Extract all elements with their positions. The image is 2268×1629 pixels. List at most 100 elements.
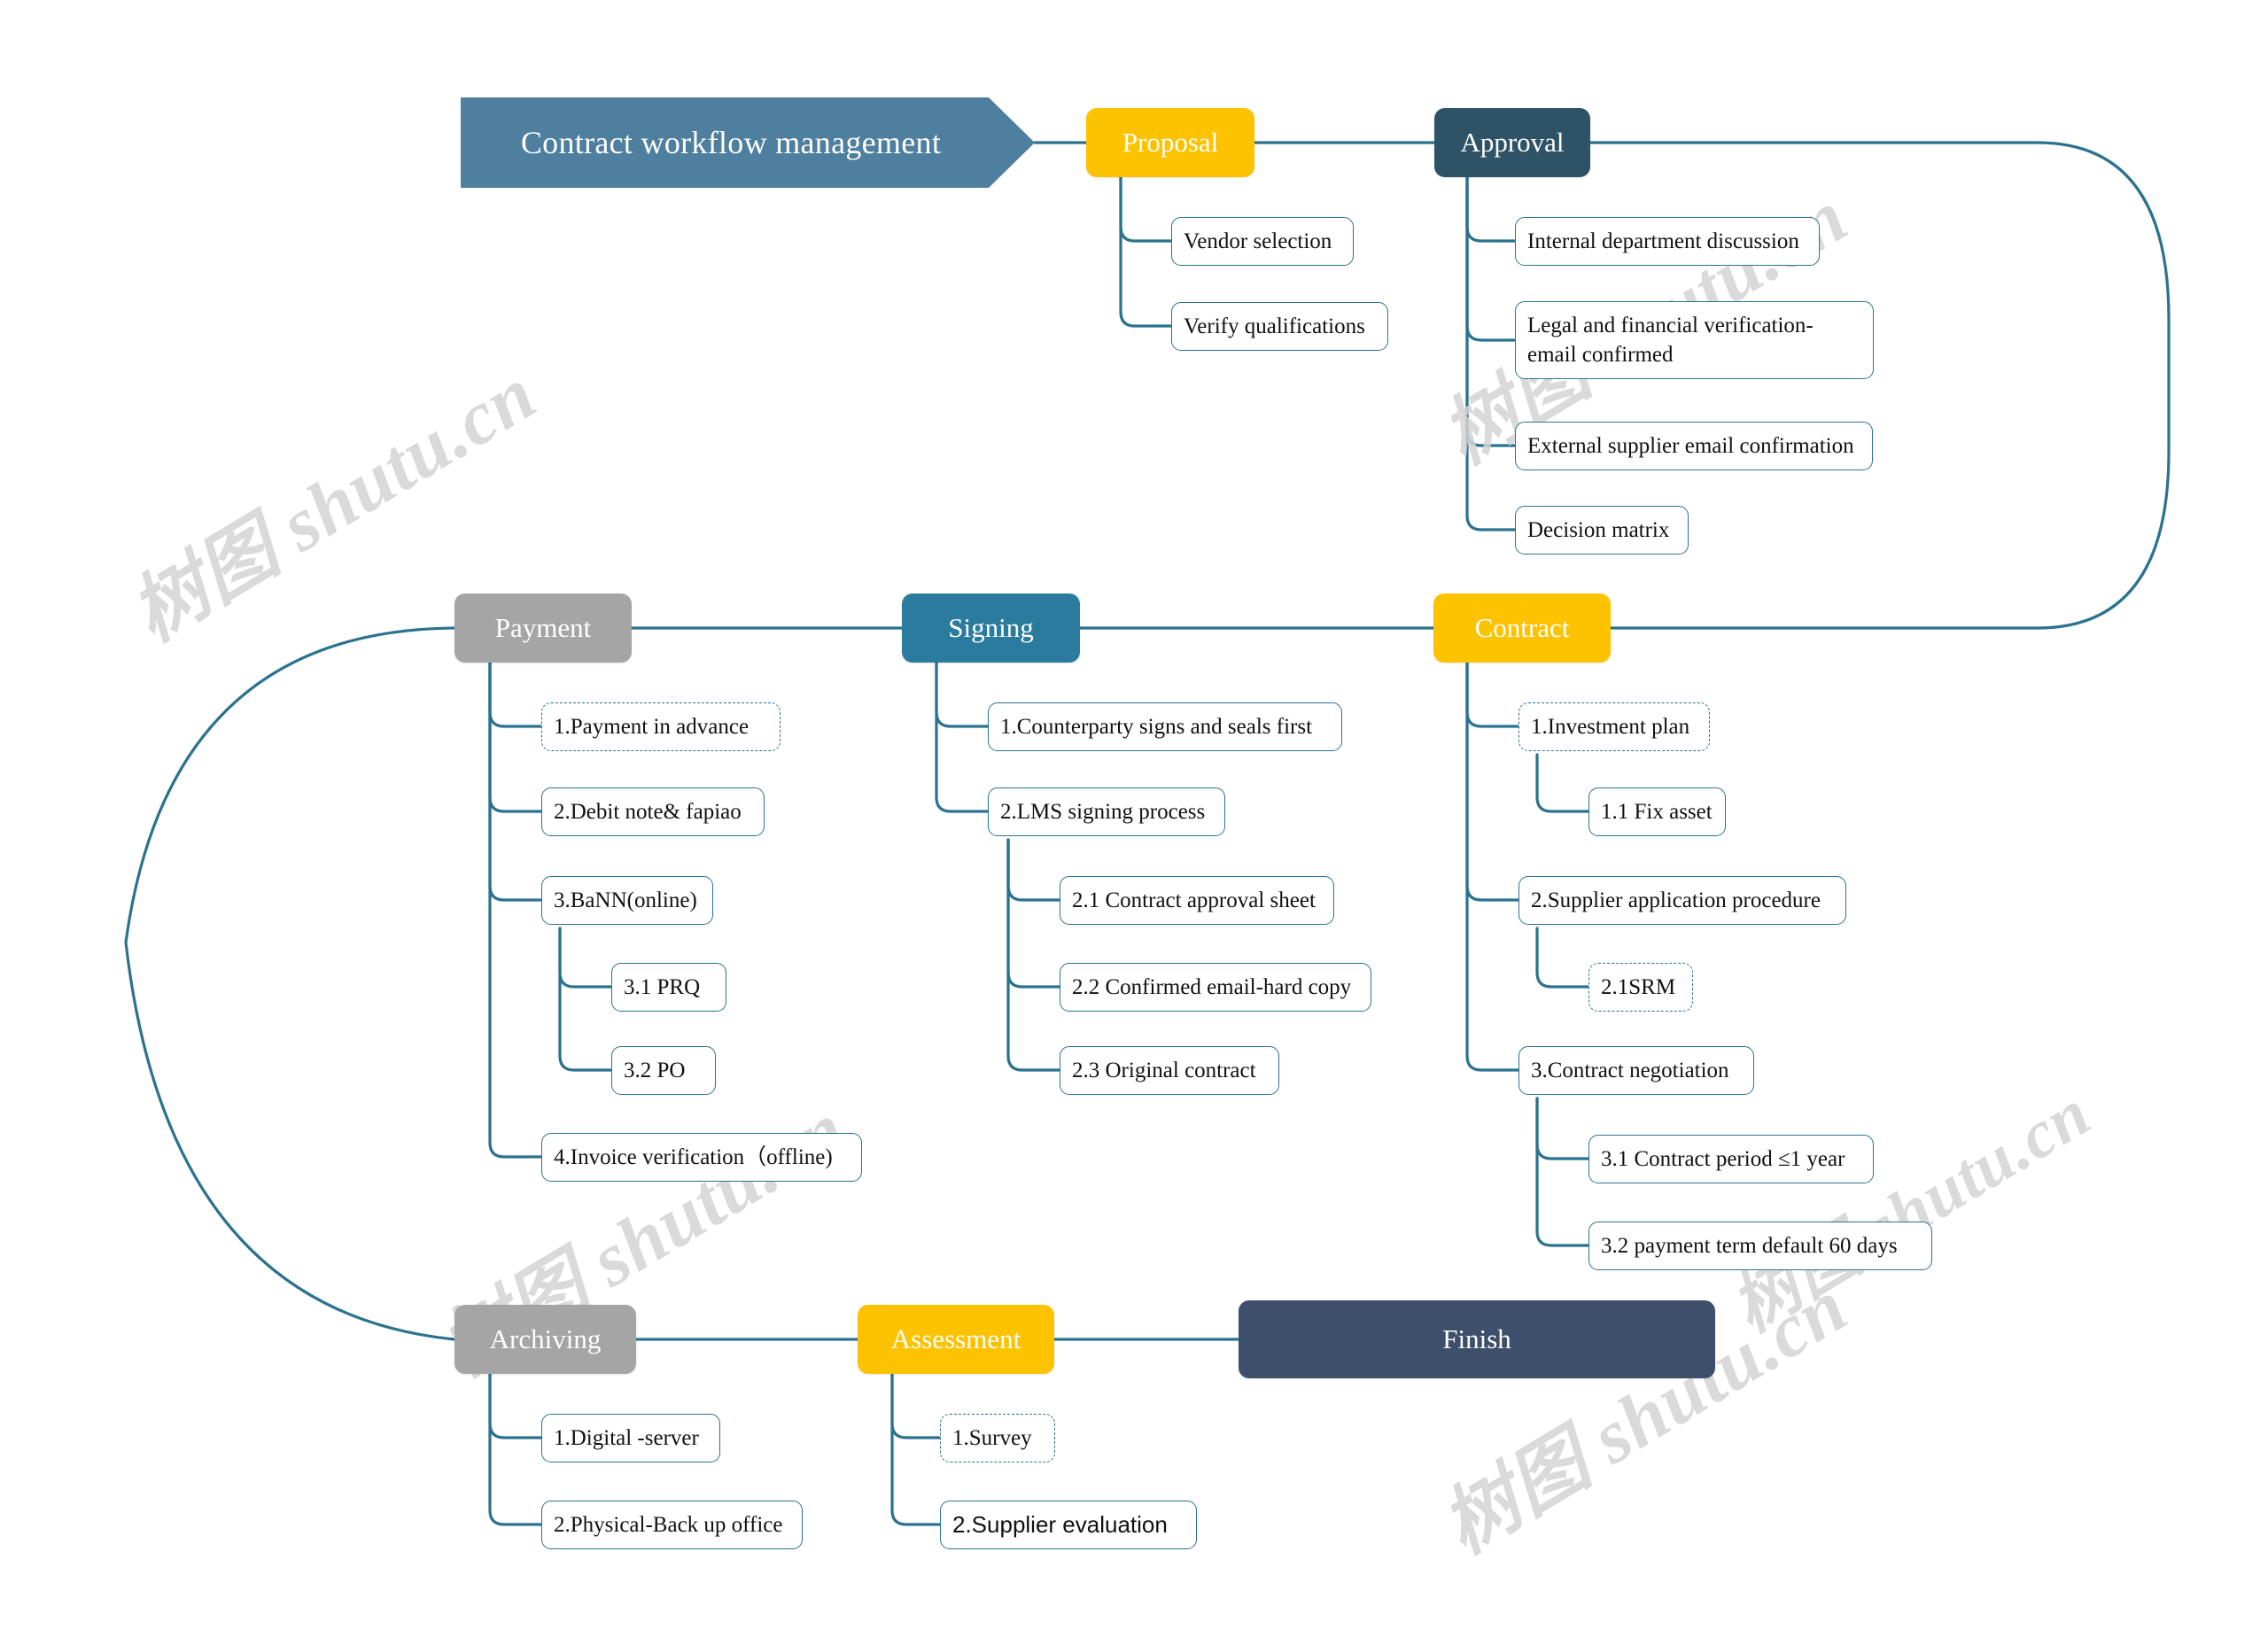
wire-contract-c2: [1465, 657, 1520, 902]
leaf-label: 3.BaNN(online): [554, 888, 697, 912]
leaf-label: 2.Debit note& fapiao: [554, 799, 742, 824]
leaf-label: External supplier email confirmation: [1527, 433, 1854, 458]
wire-payment-c3-1: [558, 927, 613, 989]
leaf-label: Verify qualifications: [1184, 314, 1365, 338]
wire-contract-c3: [1465, 657, 1520, 1072]
stage-label-archiving: Archiving: [489, 1323, 602, 1354]
leaf-label: 3.2 PO: [624, 1058, 686, 1082]
mindmap-canvas: 树图 shutu.cn 树图 shutu.cn 树图 shutu.cn 树图 s…: [0, 0, 2268, 1629]
leaf-label: 2.1 Contract approval sheet: [1072, 888, 1316, 912]
stage-node-proposal[interactable]: Proposal: [1086, 108, 1254, 177]
leaf-approval-decision-matrix[interactable]: Decision matrix: [1515, 506, 1689, 555]
stage-node-archiving[interactable]: Archiving: [454, 1305, 636, 1374]
stage-label-proposal: Proposal: [1122, 127, 1219, 158]
leaf-payment-invoice-verification[interactable]: 4.Invoice verification（offline): [541, 1133, 862, 1182]
leaf-label: 2.LMS signing process: [1000, 799, 1206, 824]
wire-signing-c2-1: [1006, 838, 1061, 902]
leaf-contract-period[interactable]: 3.1 Contract period ≤1 year: [1588, 1135, 1874, 1183]
wire-signing-c2-3: [1006, 838, 1061, 1072]
leaf-label: 1.Payment in advance: [554, 714, 750, 739]
wire-payment-c4: [488, 657, 543, 1159]
stage-node-signing[interactable]: Signing: [902, 593, 1080, 663]
stage-label-approval: Approval: [1460, 127, 1565, 158]
leaf-label: 3.1 PRQ: [624, 974, 701, 999]
wire-payment-c2: [488, 657, 543, 813]
leaf-archiving-digital-server[interactable]: 1.Digital -server: [541, 1414, 720, 1462]
wire-contract-c3-1: [1535, 1097, 1590, 1160]
leaf-label: 2.3 Original contract: [1072, 1058, 1256, 1082]
wire-archiving-c2: [488, 1369, 543, 1526]
wire-payment-archiving: [124, 626, 456, 1341]
leaf-label: 2.Supplier application procedure: [1531, 888, 1821, 912]
leaf-payment-in-advance[interactable]: 1.Payment in advance: [541, 702, 781, 751]
leaf-label: Vendor selection: [1184, 229, 1332, 253]
leaf-label: Legal and financial verification-email c…: [1527, 314, 1814, 367]
wire-signing-c2: [935, 657, 990, 813]
wire-assessment-c1: [890, 1369, 942, 1439]
leaf-label: Internal department discussion: [1527, 229, 1799, 253]
leaf-approval-external-supplier-confirmation[interactable]: External supplier email confirmation: [1515, 422, 1873, 470]
wire-signing-c1: [935, 657, 990, 728]
leaf-contract-fix-asset[interactable]: 1.1 Fix asset: [1588, 787, 1726, 836]
leaf-label: 1.Counterparty signs and seals first: [1000, 714, 1313, 739]
wire-assessment-c2: [890, 1369, 942, 1526]
page-title: Contract workflow management: [520, 125, 942, 160]
root-title-banner[interactable]: Contract workflow management: [461, 97, 1035, 188]
leaf-signing-lms-process[interactable]: 2.LMS signing process: [988, 787, 1225, 836]
leaf-assessment-survey[interactable]: 1.Survey: [940, 1414, 1055, 1462]
wire-proposal-c2: [1119, 172, 1173, 328]
stage-node-approval[interactable]: Approval: [1434, 108, 1590, 177]
wire-contract-c3-2: [1535, 1097, 1590, 1247]
leaf-label: 1.1 Fix asset: [1601, 799, 1713, 824]
wire-approval-c4: [1465, 172, 1517, 531]
wire-contract-c1-1: [1535, 753, 1590, 813]
leaf-payment-debit-note-fapiao[interactable]: 2.Debit note& fapiao: [541, 787, 765, 836]
leaf-assessment-supplier-evaluation[interactable]: 2.Supplier evaluation: [940, 1501, 1197, 1549]
stage-label-payment: Payment: [494, 612, 592, 643]
wire-contract-c2-1: [1535, 927, 1590, 989]
leaf-payment-prq[interactable]: 3.1 PRQ: [611, 963, 726, 1012]
wire-payment-c3-2: [558, 927, 613, 1072]
leaf-label: 4.Invoice verification（offline): [554, 1144, 833, 1169]
wire-archiving-c1: [488, 1369, 543, 1439]
leaf-signing-counterparty-signs[interactable]: 1.Counterparty signs and seals first: [988, 702, 1342, 751]
stage-node-finish[interactable]: Finish: [1239, 1300, 1715, 1378]
stage-label-signing: Signing: [948, 612, 1034, 643]
wire-contract-c1: [1465, 657, 1520, 728]
leaf-approval-legal-financial-verification[interactable]: Legal and financial verification-email c…: [1515, 301, 1874, 379]
leaf-label: 2.2 Confirmed email-hard copy: [1072, 974, 1352, 999]
leaf-label: Decision matrix: [1527, 517, 1670, 542]
leaf-label: 3.1 Contract period ≤1 year: [1601, 1146, 1845, 1171]
leaf-proposal-vendor-selection[interactable]: Vendor selection: [1171, 217, 1354, 266]
leaf-label: 1.Digital -server: [554, 1425, 699, 1450]
leaf-label: 2.Physical-Back up office: [554, 1512, 783, 1537]
stage-label-contract: Contract: [1474, 612, 1570, 643]
wire-approval-c1: [1465, 172, 1517, 243]
wire-payment-c3: [488, 657, 543, 902]
leaf-payment-bann-online[interactable]: 3.BaNN(online): [541, 876, 713, 925]
stage-label-assessment: Assessment: [890, 1323, 1021, 1354]
stage-node-contract[interactable]: Contract: [1433, 593, 1611, 663]
wire-signing-c2-2: [1006, 838, 1061, 989]
leaf-label: 3.Contract negotiation: [1531, 1058, 1729, 1082]
leaf-contract-payment-term[interactable]: 3.2 payment term default 60 days: [1588, 1222, 1932, 1270]
leaf-label: 2.Supplier evaluation: [952, 1510, 1168, 1538]
leaf-contract-srm[interactable]: 2.1SRM: [1588, 963, 1693, 1012]
leaf-archiving-physical-backup-office[interactable]: 2.Physical-Back up office: [541, 1501, 803, 1549]
leaf-contract-negotiation[interactable]: 3.Contract negotiation: [1518, 1046, 1754, 1095]
stage-node-assessment[interactable]: Assessment: [858, 1305, 1054, 1374]
leaf-label: 1.Survey: [952, 1425, 1032, 1450]
leaf-contract-supplier-application-procedure[interactable]: 2.Supplier application procedure: [1518, 876, 1846, 925]
wire-payment-c1: [488, 657, 543, 728]
leaf-approval-internal-discussion[interactable]: Internal department discussion: [1515, 217, 1820, 266]
leaf-signing-confirmed-email-hard-copy[interactable]: 2.2 Confirmed email-hard copy: [1060, 963, 1371, 1012]
wire-approval-c2: [1465, 172, 1517, 342]
leaf-payment-po[interactable]: 3.2 PO: [611, 1046, 716, 1095]
leaf-signing-original-contract[interactable]: 2.3 Original contract: [1060, 1046, 1279, 1095]
leaf-contract-investment-plan[interactable]: 1.Investment plan: [1518, 702, 1710, 751]
leaf-proposal-verify-qualifications[interactable]: Verify qualifications: [1171, 302, 1388, 351]
leaf-label: 2.1SRM: [1601, 974, 1676, 999]
leaf-signing-contract-approval-sheet[interactable]: 2.1 Contract approval sheet: [1060, 876, 1334, 925]
wire-approval-c3: [1465, 172, 1517, 447]
stage-node-payment[interactable]: Payment: [454, 593, 632, 663]
